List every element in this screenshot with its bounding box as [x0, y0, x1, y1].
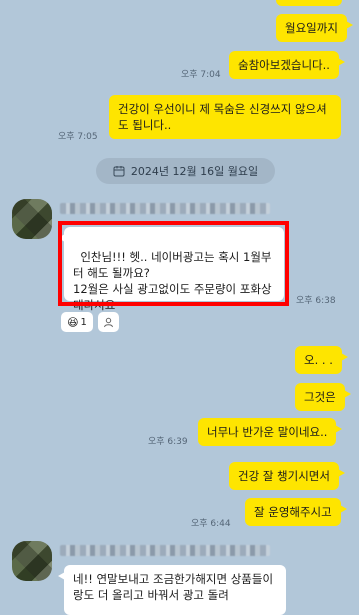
person-icon — [104, 317, 113, 327]
date-divider: 2024년 12월 16일 월요일 — [96, 158, 275, 184]
message-bubble[interactable]: 월요일까지 — [276, 14, 353, 42]
sender-name-blurred — [60, 203, 270, 214]
message-text: 월요일까지 — [285, 21, 338, 35]
message-bubble[interactable]: 잘 운영해주시고 — [245, 498, 347, 526]
highlight-box — [58, 221, 289, 306]
message-bubble[interactable]: 네!! 연말보내고 조금한가해지면 상품들이랑도 더 올리고 바꿔서 광고 돌려 — [58, 565, 286, 615]
avatar[interactable] — [12, 199, 52, 239]
sender-name-blurred — [60, 545, 270, 556]
message-time: 오후 7:04 — [181, 70, 221, 80]
message-bubble[interactable]: 너무나 반가운 말이네요.. — [198, 418, 343, 446]
message-time: 오후 6:39 — [148, 437, 188, 447]
reaction-count: 1 — [80, 316, 87, 328]
message-text: 그것은 — [304, 390, 336, 404]
message-bubble[interactable]: 그것은 — [295, 383, 351, 411]
avatar[interactable] — [12, 541, 52, 581]
message-time: 오후 7:05 — [58, 132, 98, 142]
message-text: 건강이 우선이니 제 목숨은 신경쓰지 않으셔도 됩니다.. — [118, 102, 327, 132]
reaction-chip[interactable]: 😆 1 — [61, 312, 93, 332]
message-bubble[interactable]: 건강이 우선이니 제 목숨은 신경쓰지 않으셔도 됩니다.. — [109, 95, 341, 139]
message-bubble[interactable]: 건강 잘 챙기시면서 — [229, 462, 345, 490]
add-reaction-button[interactable] — [98, 312, 119, 332]
message-time: 오후 6:38 — [296, 296, 336, 306]
message-text: 건강 잘 챙기시면서 — [238, 469, 330, 483]
message-time: 오후 6:44 — [191, 519, 231, 529]
laughing-emoji-icon: 😆 — [67, 315, 79, 329]
message-text: 너무나 반가운 말이네요.. — [207, 425, 328, 439]
message-bubble[interactable]: 숨참아보겠습니다.. — [229, 51, 345, 79]
message-text: 오. . . — [304, 353, 333, 367]
calendar-icon — [113, 166, 125, 177]
message-bubble-partial — [276, 0, 342, 6]
date-text: 2024년 12월 16일 월요일 — [130, 165, 259, 178]
message-bubble[interactable]: 오. . . — [295, 346, 348, 374]
message-text: 잘 운영해주시고 — [254, 505, 332, 519]
message-text: 숨참아보겠습니다.. — [238, 58, 330, 72]
message-text: 네!! 연말보내고 조금한가해지면 상품들이랑도 더 올리고 바꿔서 광고 돌려 — [73, 572, 274, 602]
